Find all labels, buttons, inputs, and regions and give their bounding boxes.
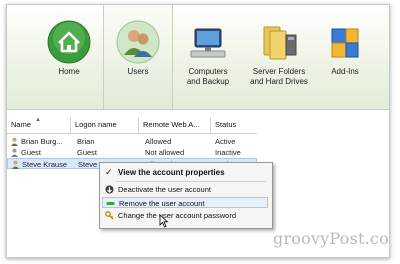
user-icon — [11, 148, 18, 157]
dashboard-window: Home Users Computers and Backup Server F… — [6, 4, 390, 258]
top-navigation: Home Users Computers and Backup Server F… — [7, 5, 389, 110]
nav-computers-label: Computers and Backup — [173, 67, 243, 87]
nav-server-folders-label: Server Folders and Hard Drives — [243, 67, 315, 87]
nav-server-folders-label-line2: and Hard Drives — [250, 77, 308, 86]
home-icon — [47, 20, 91, 64]
user-icon — [12, 160, 19, 169]
column-header-remote-label: Remote Web A... — [143, 120, 200, 129]
cell-name: Steve Krause — [22, 160, 68, 169]
menu-item-view-properties[interactable]: ✓ View the account properties — [102, 167, 268, 178]
menu-item-remove[interactable]: Remove the user account — [102, 197, 268, 208]
nav-computers-label-line1: Computers — [188, 67, 228, 76]
column-header-name[interactable]: Name ▲ — [7, 117, 71, 133]
menu-item-remove-label: Remove the user account — [119, 199, 205, 208]
nav-users-label: Users — [127, 67, 149, 76]
nav-addins[interactable]: Add-Ins — [315, 5, 375, 109]
user-icon — [11, 137, 18, 146]
menu-item-view-properties-label: View the account properties — [118, 168, 225, 177]
cell-logon: Steve — [78, 160, 98, 169]
checkmark-icon: ✓ — [105, 167, 113, 177]
table-row[interactable]: Brian Burg... Brian Allowed Active — [7, 136, 257, 147]
cell-name: Guest — [21, 148, 42, 157]
menu-separator — [116, 181, 266, 182]
deactivate-icon — [105, 185, 114, 194]
nav-computers-backup[interactable]: Computers and Backup — [173, 5, 243, 109]
cell-name: Brian Burg... — [21, 137, 63, 146]
column-header-logon[interactable]: Logon name — [71, 117, 139, 133]
context-menu: ✓ View the account properties Deactivate… — [99, 162, 273, 229]
sort-ascending-icon: ▲ — [35, 117, 41, 123]
computer-icon — [190, 28, 226, 58]
watermark: groovyPost.com — [273, 229, 389, 248]
menu-item-change-password[interactable]: Change the user account password — [102, 210, 268, 221]
menu-item-deactivate[interactable]: Deactivate the user account — [102, 184, 268, 195]
key-icon — [105, 211, 114, 220]
users-icon — [116, 20, 160, 64]
column-header-name-label: Name — [11, 120, 32, 129]
nav-computers-label-line2: and Backup — [186, 77, 230, 86]
cell-remote: Not allowed — [145, 148, 185, 157]
nav-home-label: Home — [58, 67, 80, 76]
nav-users[interactable]: Users — [103, 5, 173, 109]
remove-icon — [106, 202, 115, 205]
cell-status: Active — [215, 137, 236, 146]
column-header-status-label: Status — [215, 120, 237, 129]
column-header-logon-label: Logon name — [75, 120, 117, 129]
addins-icon — [331, 28, 359, 58]
column-header-status[interactable]: Status — [211, 117, 257, 133]
cell-logon: Brian — [77, 137, 95, 146]
cell-remote: Allowed — [145, 137, 172, 146]
nav-addins-label: Add-Ins — [331, 67, 359, 76]
cell-logon: Guest — [77, 148, 98, 157]
mouse-cursor-icon — [159, 214, 169, 228]
nav-server-folders-label-line1: Server Folders — [252, 67, 306, 76]
table-row[interactable]: Guest Guest Not allowed Inactive — [7, 147, 257, 158]
header-divider — [7, 133, 257, 134]
menu-item-deactivate-label: Deactivate the user account — [118, 185, 211, 194]
nav-home[interactable]: Home — [37, 5, 101, 109]
menu-item-change-password-label: Change the user account password — [118, 211, 236, 220]
cell-status: Inactive — [215, 148, 241, 157]
column-header-remote[interactable]: Remote Web A... — [139, 117, 211, 133]
nav-server-folders[interactable]: Server Folders and Hard Drives — [243, 5, 315, 109]
folders-icon — [263, 26, 297, 60]
